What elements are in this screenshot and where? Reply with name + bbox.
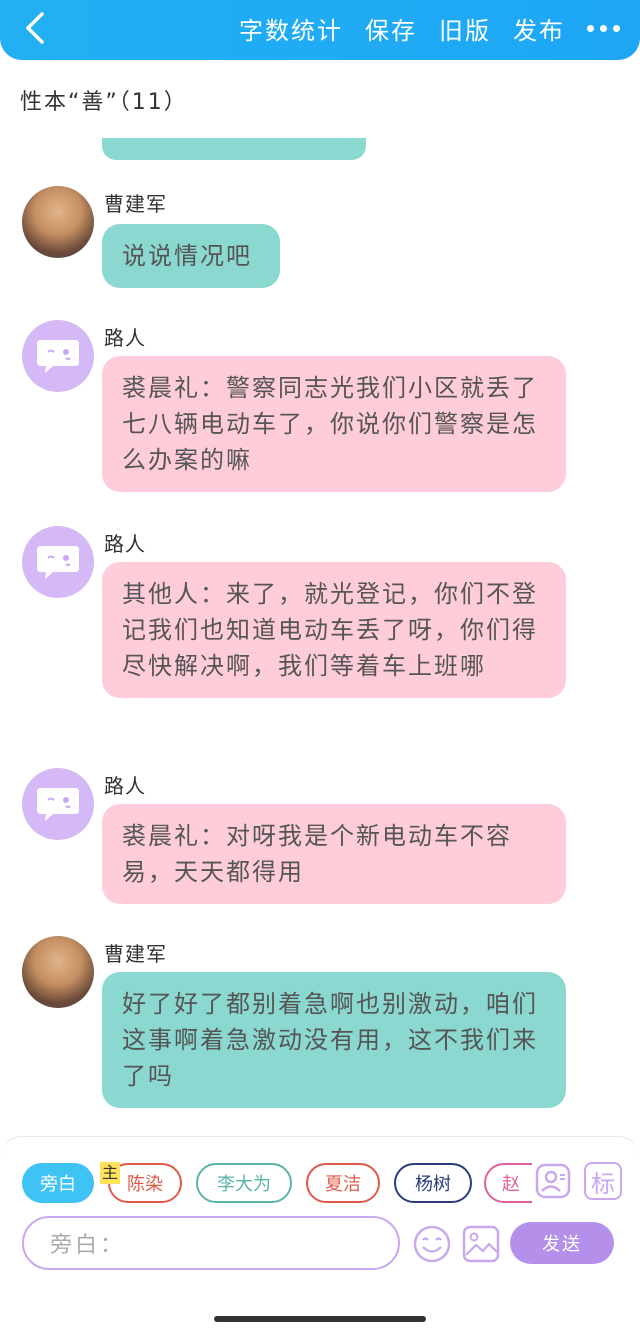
input-placeholder: 旁白： bbox=[50, 1233, 126, 1258]
publish-button[interactable]: 发布 bbox=[513, 11, 565, 46]
chat-bubble-face-icon bbox=[37, 340, 79, 373]
message-bubble[interactable]: 裘晨礼：警察同志光我们小区就丢了七八辆电动车了，你说你们警察是怎么办案的嘛 bbox=[102, 356, 566, 492]
back-chevron-icon[interactable] bbox=[18, 10, 54, 46]
chat-bubble-face-icon bbox=[37, 546, 79, 579]
speaker-name: 路人 bbox=[104, 532, 146, 556]
role-chip[interactable]: 夏洁 bbox=[306, 1163, 380, 1203]
avatar[interactable] bbox=[22, 526, 94, 598]
role-chip[interactable]: 赵 bbox=[484, 1163, 532, 1203]
speaker-name: 曹建军 bbox=[104, 942, 167, 966]
home-indicator bbox=[214, 1316, 426, 1322]
role-chip-narrator[interactable]: 旁白 bbox=[22, 1163, 94, 1203]
person-card-icon[interactable] bbox=[534, 1162, 572, 1200]
role-chip[interactable]: 杨树 bbox=[394, 1163, 472, 1203]
old-version-button[interactable]: 旧版 bbox=[439, 11, 491, 46]
speaker-name: 曹建军 bbox=[104, 192, 167, 216]
role-chip-bar[interactable]: 旁白 陈染 李大为 夏洁 杨树 赵 bbox=[22, 1163, 532, 1203]
more-icon[interactable] bbox=[587, 10, 620, 46]
save-button[interactable]: 保存 bbox=[365, 11, 417, 46]
message-input[interactable]: 旁白： bbox=[22, 1216, 400, 1270]
message-bubble[interactable]: 其他人：来了，就光登记，你们不登记我们也知道电动车丢了呀，你们得尽快解决啊，我们… bbox=[102, 562, 566, 698]
header-actions: 字数统计 保存 旧版 发布 bbox=[239, 10, 620, 46]
avatar[interactable] bbox=[22, 186, 94, 258]
message-bubble[interactable]: 好了好了都别着急啊也别激动，咱们这事啊着急激动没有用，这不我们来了吗 bbox=[102, 972, 566, 1108]
chat-list[interactable]: 曹建军 说说情况吧 路人 裘晨礼：警察同志光我们小区就丢了七八辆电动车了，你说你… bbox=[0, 138, 640, 1138]
chat-bubble-face-icon bbox=[37, 788, 79, 821]
message-bubble[interactable]: 说说情况吧 bbox=[102, 224, 280, 288]
send-button[interactable]: 发送 bbox=[510, 1222, 614, 1264]
avatar[interactable] bbox=[22, 320, 94, 392]
chapter-title: 性本“善”（11） bbox=[20, 90, 188, 115]
speaker-name: 路人 bbox=[104, 774, 146, 798]
speaker-name: 路人 bbox=[104, 326, 146, 350]
word-count-button[interactable]: 字数统计 bbox=[239, 11, 343, 46]
emoji-icon[interactable] bbox=[412, 1224, 452, 1264]
image-icon[interactable] bbox=[462, 1224, 500, 1264]
top-bar: 字数统计 保存 旧版 发布 bbox=[0, 0, 640, 60]
protagonist-tag: 主 bbox=[100, 1162, 120, 1184]
avatar[interactable] bbox=[22, 768, 94, 840]
tag-button[interactable]: 标 bbox=[584, 1162, 622, 1200]
previous-bubble-partial bbox=[102, 138, 366, 160]
role-chip[interactable]: 李大为 bbox=[196, 1163, 292, 1203]
avatar[interactable] bbox=[22, 936, 94, 1008]
tag-button-label: 标 bbox=[591, 1169, 615, 1198]
message-bubble[interactable]: 裘晨礼：对呀我是个新电动车不容易，天天都得用 bbox=[102, 804, 566, 904]
